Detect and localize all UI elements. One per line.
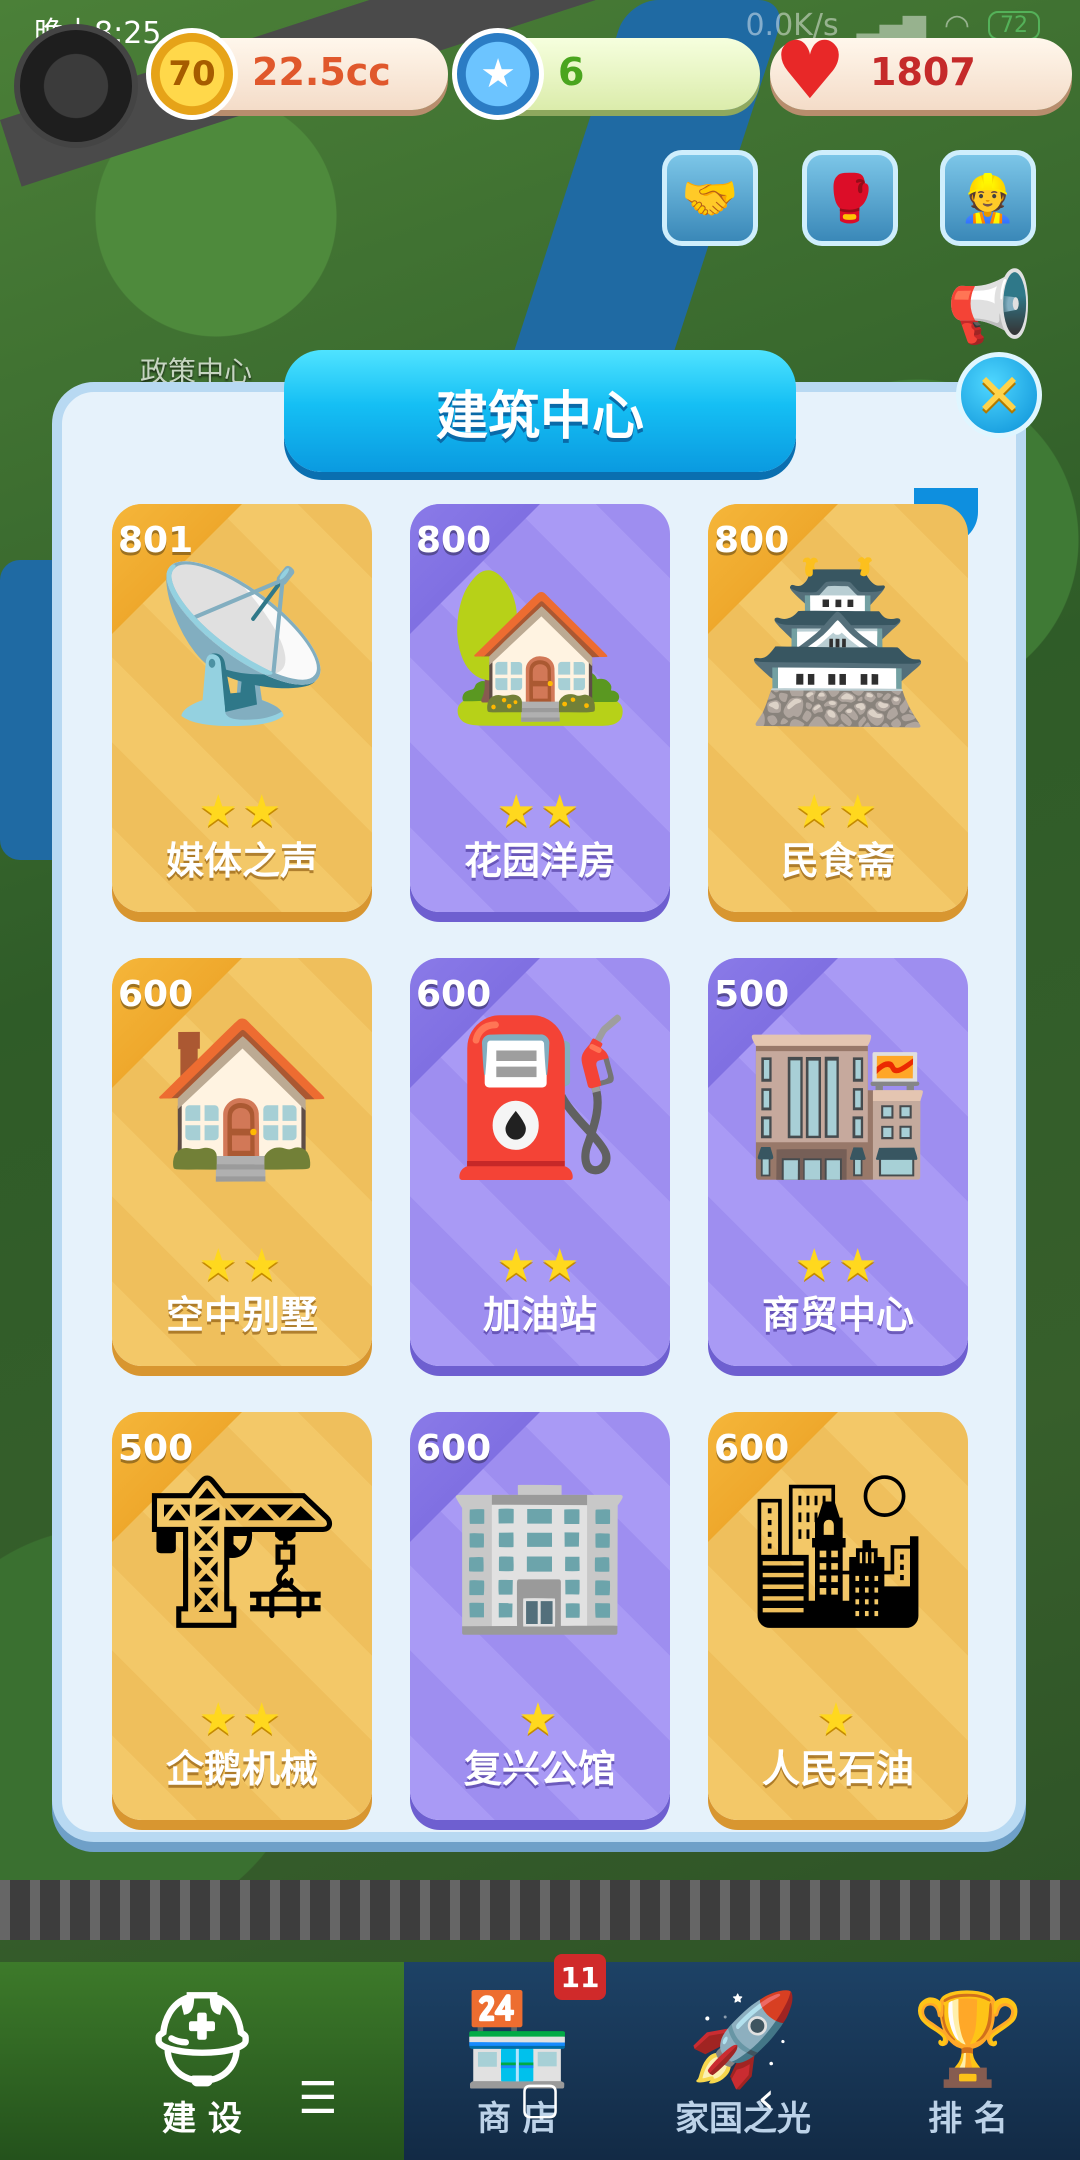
- home-square-icon[interactable]: ▢: [500, 2068, 580, 2128]
- hardhat-icon: ⛑: [144, 1987, 260, 2092]
- building-name: 媒体之声: [165, 839, 318, 883]
- heart-icon: ♥: [774, 23, 846, 117]
- building-card[interactable]: 600 🏙 ★ 人民石油: [708, 1412, 968, 1820]
- heart-counter[interactable]: ♥ 1807: [770, 24, 1072, 117]
- building-illustration: 🏢: [446, 1465, 634, 1639]
- star-counter[interactable]: ★ 6: [452, 28, 760, 120]
- building-card[interactable]: 600 🏠 ★★ 空中别墅: [112, 958, 372, 1366]
- nav-ranking-label: 排 名: [928, 2099, 1008, 2139]
- building-illustration: 🏯: [744, 557, 932, 731]
- star-icon: ★: [452, 28, 544, 120]
- building-card[interactable]: 801 📡 ★★ 媒体之声: [112, 504, 372, 912]
- battery-icon: 72: [988, 11, 1040, 40]
- building-card[interactable]: 500 🏬 ★★ 商贸中心: [708, 958, 968, 1366]
- building-name: 花园洋房: [463, 839, 616, 883]
- nav-ranking[interactable]: 🏆 排 名: [856, 1962, 1080, 2160]
- building-name: 人民石油: [761, 1747, 914, 1791]
- coin-value: 22.5cc: [252, 50, 391, 94]
- character-icon[interactable]: 👷: [940, 150, 1036, 246]
- building-illustration: 🏠: [148, 1011, 336, 1185]
- building-name: 民食斋: [780, 839, 895, 883]
- coin-icon: 70: [146, 28, 238, 120]
- bottom-nav: ⛑ 建 设 🏪 商 店 🚀 家国之光 🏆 排 名: [0, 1962, 1080, 2160]
- shop-badge: 11: [554, 1954, 606, 2000]
- building-illustration: 📡: [148, 557, 336, 731]
- building-illustration: 🏗: [146, 1465, 338, 1639]
- megaphone-icon[interactable]: 📢: [940, 262, 1040, 352]
- building-illustration: 🏡: [446, 557, 634, 731]
- coin-counter[interactable]: 70 22.5cc: [146, 28, 448, 120]
- building-card[interactable]: 800 🏡 ★★ 花园洋房: [410, 504, 670, 912]
- building-card[interactable]: 500 🏗 ★★ 企鹅机械: [112, 1412, 372, 1820]
- star-value: 6: [558, 50, 585, 94]
- building-illustration: 🏬: [744, 1011, 932, 1185]
- back-icon[interactable]: ‹: [726, 2068, 806, 2128]
- building-illustration: ⛽: [446, 1011, 634, 1185]
- building-name: 复兴公馆: [463, 1747, 616, 1791]
- close-button[interactable]: ✕: [956, 352, 1042, 438]
- handshake-icon[interactable]: 🤝: [662, 150, 758, 246]
- nav-build-label: 建 设: [162, 2099, 242, 2139]
- player-avatar[interactable]: [14, 24, 138, 148]
- building-grid: 801 📡 ★★ 媒体之声 800 🏡 ★★ 花园洋房 800 🏯 ★★ 民食斋 600 🏠 ★★ 空中别墅 6…: [112, 504, 968, 1820]
- building-card[interactable]: 800 🏯 ★★ 民食斋: [708, 504, 968, 912]
- building-name: 加油站: [482, 1293, 597, 1337]
- trophy-icon: 🏆: [911, 1987, 1025, 2092]
- building-card[interactable]: 600 🏢 ★ 复兴公馆: [410, 1412, 670, 1820]
- building-name: 商贸中心: [761, 1293, 914, 1337]
- menu-icon[interactable]: ☰: [278, 2068, 358, 2128]
- map-railway: [0, 1880, 1080, 1940]
- building-card[interactable]: 600 ⛽ ★★ 加油站: [410, 958, 670, 1366]
- nav-national-glory[interactable]: 🚀 家国之光: [630, 1962, 856, 2160]
- wrestling-event-icon[interactable]: 🥊: [802, 150, 898, 246]
- building-name: 企鹅机械: [165, 1747, 318, 1791]
- nav-build[interactable]: ⛑ 建 设: [0, 1962, 404, 2160]
- panel-title: 建筑中心: [284, 350, 796, 472]
- building-illustration: 🏙: [742, 1465, 934, 1639]
- building-name: 空中别墅: [165, 1293, 318, 1337]
- heart-value: 1807: [870, 50, 976, 94]
